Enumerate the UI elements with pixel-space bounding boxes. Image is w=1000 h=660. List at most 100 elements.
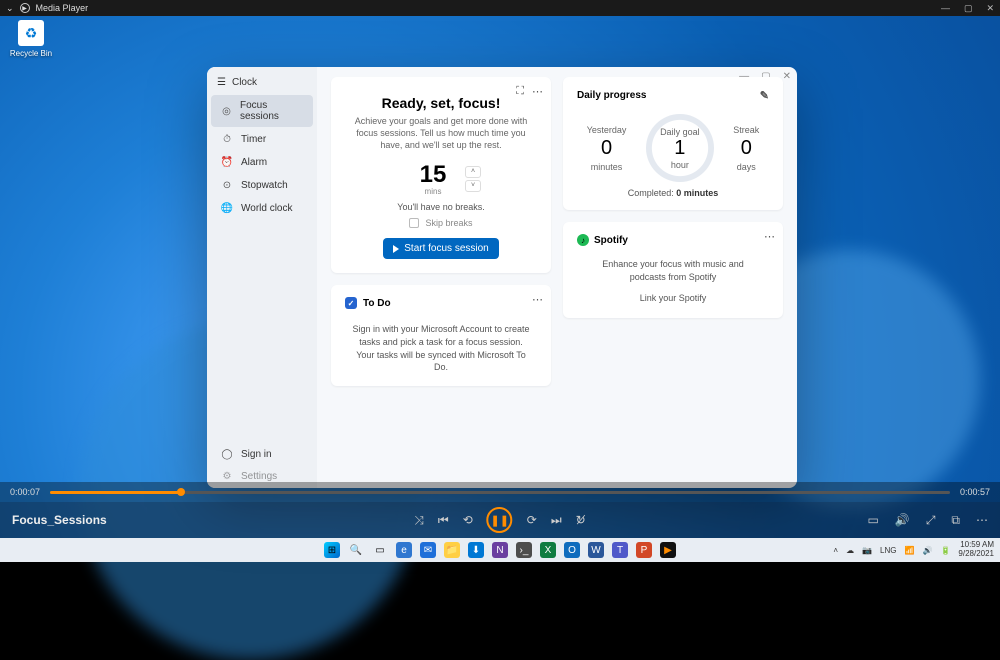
recycle-bin-desktop-icon[interactable]: ♻ Recycle Bin [8, 20, 54, 58]
focus-session-card: ⛶ ⋯ Ready, set, focus! Achieve your goal… [331, 77, 551, 273]
progress-thumb[interactable] [177, 488, 185, 496]
start-focus-session-button[interactable]: Start focus session [383, 238, 498, 259]
teams-app-icon[interactable]: T [612, 542, 628, 558]
cast-icon[interactable]: ▭ [868, 513, 879, 527]
more-icon[interactable]: ⋯ [532, 293, 543, 306]
wifi-icon[interactable]: 📶 [905, 546, 915, 555]
close-button[interactable]: ✕ [986, 3, 994, 14]
sidebar-item-focus-sessions[interactable]: ◎ Focus sessions [211, 95, 313, 127]
onenote-app-icon[interactable]: N [492, 542, 508, 558]
streak-stat: Streak 0 days [733, 125, 759, 172]
terminal-app-icon[interactable]: ›_ [516, 542, 532, 558]
spotify-icon: ♪ [577, 234, 589, 246]
start-button-label: Start focus session [404, 243, 488, 254]
task-view-button[interactable]: ▭ [372, 542, 388, 558]
video-title: Focus_Sessions [12, 513, 107, 527]
skip-breaks-label: Skip breaks [425, 218, 472, 228]
spotify-card: ⋯ ♪ Spotify Enhance your focus with musi… [563, 222, 783, 318]
pause-button[interactable]: ❚❚ [487, 507, 513, 533]
target-icon: ◎ [221, 106, 232, 117]
play-icon [393, 245, 399, 253]
more-icon[interactable]: ⋯ [532, 85, 543, 98]
volume-icon[interactable]: 🔊 [895, 513, 910, 527]
powerpoint-app-icon[interactable]: P [636, 542, 652, 558]
gear-icon: ⚙ [221, 471, 233, 482]
explorer-app-icon[interactable]: 📁 [444, 542, 460, 558]
clock-app-title: Clock [232, 77, 257, 88]
yesterday-stat: Yesterday 0 minutes [587, 125, 627, 172]
mail-app-icon[interactable]: ✉ [420, 542, 436, 558]
spotify-title: Spotify [594, 235, 628, 246]
daily-goal-ring: Daily goal 1 hour [646, 114, 714, 182]
tray-chevron-icon[interactable]: ˄ [833, 546, 838, 555]
tray-clock[interactable]: 10:59 AM 9/28/2021 [958, 541, 994, 559]
focus-card-title: Ready, set, focus! [345, 95, 537, 111]
battery-icon[interactable]: 🔋 [940, 546, 950, 555]
sidebar-item-timer[interactable]: ⏱ Timer [211, 129, 313, 150]
rewind-button[interactable]: ⟲ [463, 513, 473, 527]
media-player-app-icon[interactable]: ▶ [660, 542, 676, 558]
previous-button[interactable]: ⏮ [438, 513, 449, 528]
expand-icon[interactable]: ⛶ [516, 85, 524, 98]
sidebar-item-label: Stopwatch [241, 180, 288, 191]
spotify-message: Enhance your focus with music and podcas… [577, 258, 769, 283]
media-player-title: Media Player [36, 3, 89, 13]
outlook-app-icon[interactable]: O [564, 542, 580, 558]
alarm-icon: ⏰ [221, 157, 233, 168]
current-time: 0:00:07 [10, 487, 40, 497]
breaks-message: You'll have no breaks. [345, 202, 537, 212]
timer-icon: ⏱ [221, 134, 233, 145]
mini-player-icon[interactable]: ⧉ [951, 513, 960, 528]
increase-minutes-button[interactable]: ˄ [465, 166, 481, 178]
search-button[interactable]: 🔍 [348, 542, 364, 558]
fullscreen-icon[interactable]: ⤢ [926, 513, 936, 528]
excel-app-icon[interactable]: X [540, 542, 556, 558]
shuffle-button[interactable]: ⤨ [414, 513, 424, 528]
todo-message: Sign in with your Microsoft Account to c… [345, 323, 537, 373]
sidebar-item-label: Settings [241, 471, 277, 482]
clock-app-window: — ▢ ✕ ☰ Clock ◎ Focus sessions ⏱ Timer ⏰… [207, 67, 797, 488]
skip-breaks-checkbox[interactable] [409, 218, 419, 228]
start-button[interactable]: ⊞ [324, 542, 340, 558]
sidebar-item-signin[interactable]: ◯ Sign in [211, 444, 313, 465]
sidebar-item-label: Timer [241, 134, 266, 145]
onedrive-tray-icon[interactable]: ☁ [846, 546, 854, 555]
todo-card: ⋯ ✓ To Do Sign in with your Microsoft Ac… [331, 285, 551, 385]
sidebar-item-stopwatch[interactable]: ⊙ Stopwatch [211, 175, 313, 196]
store-app-icon[interactable]: ⬇ [468, 542, 484, 558]
media-player-app-icon: ▶ [20, 3, 30, 13]
word-app-icon[interactable]: W [588, 542, 604, 558]
edit-icon[interactable]: ✎ [760, 89, 769, 102]
forward-button[interactable]: ⟳ [527, 513, 537, 527]
next-button[interactable]: ⏭ [551, 513, 562, 528]
progress-fill [50, 491, 180, 494]
maximize-button[interactable]: ▢ [964, 3, 973, 14]
decrease-minutes-button[interactable]: ˅ [465, 180, 481, 192]
tray-language[interactable]: LNG [880, 546, 896, 555]
repeat-button[interactable]: ↻̸ [576, 513, 586, 527]
progress-track[interactable] [50, 491, 950, 494]
minimize-button[interactable]: — [941, 3, 950, 13]
todo-icon: ✓ [345, 297, 357, 309]
sidebar-item-world-clock[interactable]: 🌐 World clock [211, 198, 313, 219]
chevron-down-icon[interactable]: ⌄ [6, 3, 14, 14]
sidebar-item-label: Focus sessions [240, 100, 303, 122]
meet-now-icon[interactable]: 📷 [862, 546, 872, 555]
more-icon[interactable]: ⋯ [976, 513, 988, 527]
volume-tray-icon[interactable]: 🔊 [922, 546, 932, 555]
windows-taskbar: ⊞ 🔍 ▭ e ✉ 📁 ⬇ N ›_ X O W T P ▶ ˄ ☁ 📷 LNG… [0, 538, 1000, 562]
recycle-bin-label: Recycle Bin [8, 49, 54, 58]
recycle-bin-icon: ♻ [18, 20, 44, 46]
media-player-titlebar: ⌄ ▶ Media Player — ▢ ✕ [0, 0, 1000, 16]
sidebar-item-label: Sign in [241, 449, 272, 460]
focus-minutes-value: 15 [401, 161, 465, 189]
link-spotify-button[interactable]: Link your Spotify [577, 293, 769, 303]
daily-progress-card: Daily progress ✎ Yesterday 0 minutes Dai… [563, 77, 783, 210]
total-time: 0:00:57 [960, 487, 990, 497]
nav-menu-icon[interactable]: ☰ [217, 77, 226, 88]
sidebar-item-alarm[interactable]: ⏰ Alarm [211, 152, 313, 173]
more-icon[interactable]: ⋯ [764, 230, 775, 243]
edge-app-icon[interactable]: e [396, 542, 412, 558]
focus-minutes-unit: mins [401, 187, 465, 196]
todo-title: To Do [363, 298, 391, 309]
